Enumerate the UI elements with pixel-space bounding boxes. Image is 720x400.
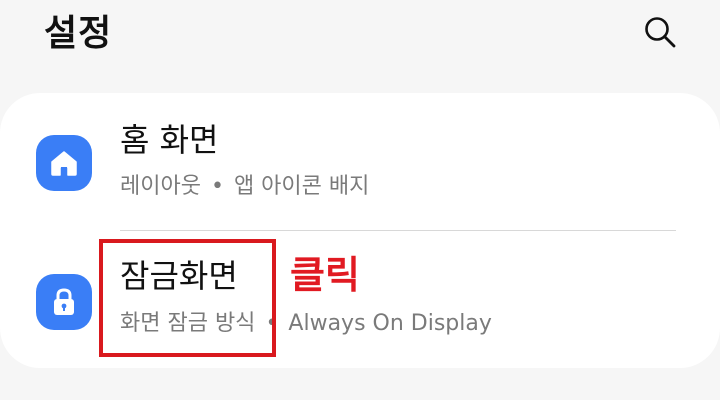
- click-highlight-box: [99, 239, 276, 357]
- lock-icon: [54, 288, 74, 315]
- page-title: 설정: [44, 13, 113, 54]
- app-header: 설정: [0, 0, 720, 80]
- search-icon: [645, 17, 676, 48]
- lock-screen-app-icon: [36, 274, 92, 330]
- lock-screen-subtitle-part: Always On Display: [288, 311, 492, 336]
- search-button[interactable]: [640, 12, 680, 52]
- click-annotation: 클릭: [290, 253, 360, 297]
